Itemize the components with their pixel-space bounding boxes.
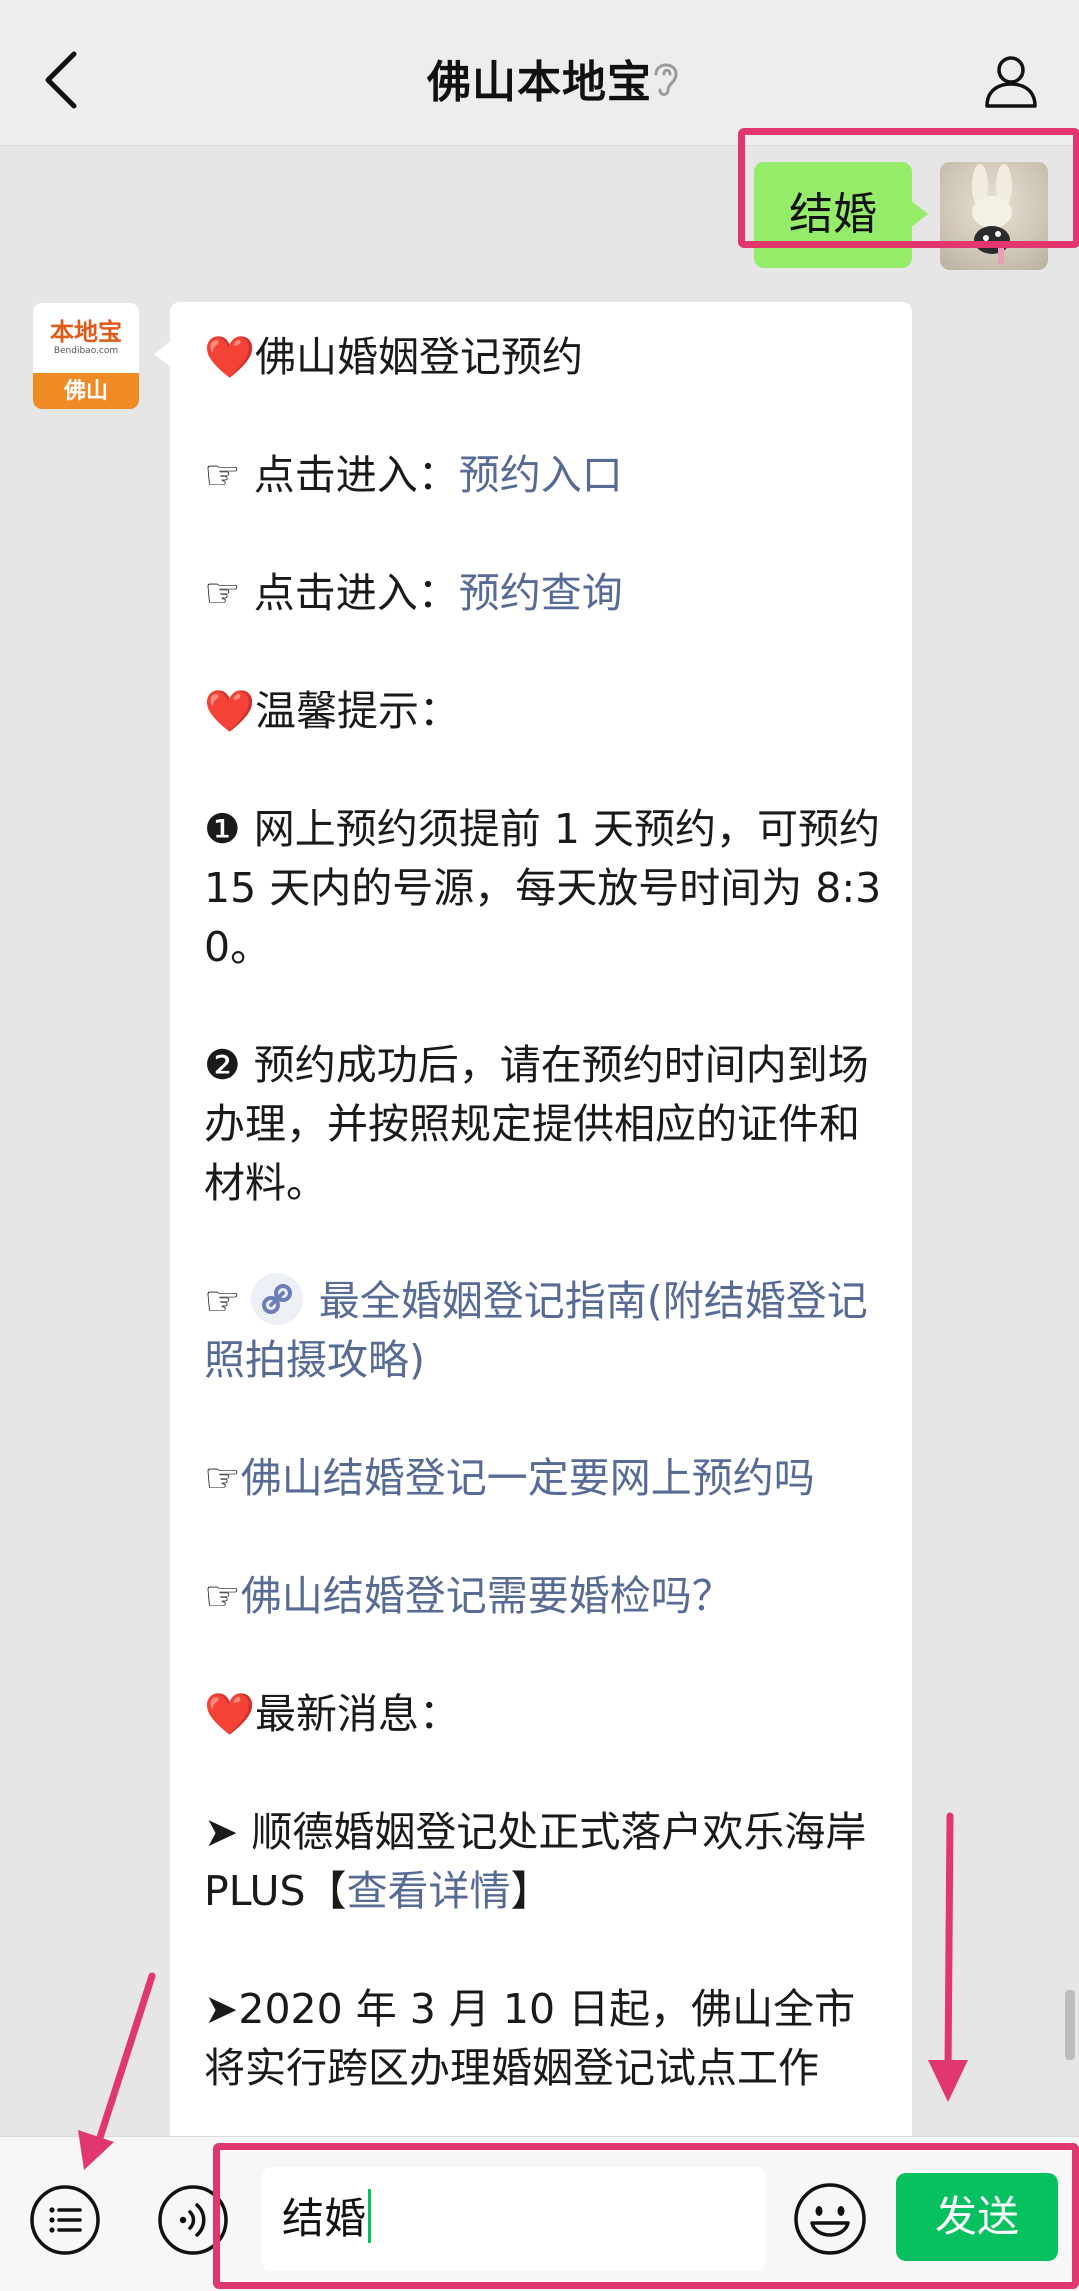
pointer-glyph: ☞ xyxy=(204,1277,241,1325)
query-prefix: ☞ 点击进入： xyxy=(204,569,459,617)
pointer-glyph: ☞ xyxy=(204,1572,241,1620)
avatar-brand: 本地宝 xyxy=(50,317,122,346)
online-line: ☞佛山结婚登记一定要网上预约吗 xyxy=(204,1449,882,1508)
tip-2: ❷ 预约成功后，请在预约时间内到场办理，并按照规定提供相应的证件和材料。 xyxy=(204,1041,869,1207)
top-nav-bar: 佛山本地宝 xyxy=(0,0,1079,146)
highlight-outgoing-message xyxy=(738,128,1079,248)
news-1-details-link[interactable]: 查看详情 xyxy=(347,1867,511,1915)
marriage-guide-link[interactable]: 最全婚姻登记指南(附结婚登记照拍摄攻略) xyxy=(204,1277,868,1384)
page-title: 佛山本地宝 xyxy=(427,57,652,108)
tips-heading: ❤️温馨提示： xyxy=(204,687,461,735)
news-heading: ❤️最新消息： xyxy=(204,1690,461,1738)
person-icon[interactable] xyxy=(979,48,1043,112)
entry-prefix: ☞ 点击进入： xyxy=(204,451,459,499)
guide-line: ☞ 最全婚姻登记指南(附结婚登记照拍摄攻略) xyxy=(204,1272,882,1390)
premarital-exam-link[interactable]: 佛山结婚登记需要婚检吗？ xyxy=(241,1572,733,1620)
news-item-1: ➤ 顺德婚姻登记处正式落户欢乐海岸 PLUS【查看详情】 xyxy=(204,1803,882,1921)
reply-heading: ❤️佛山婚姻登记预约 xyxy=(204,333,584,381)
mini-program-link-icon xyxy=(250,1273,303,1325)
ear-icon xyxy=(654,63,678,96)
exam-line: ☞佛山结婚登记需要婚检吗？ xyxy=(204,1567,882,1626)
booking-entry-link[interactable]: 预约入口 xyxy=(459,451,623,499)
news-1-bracket: 】 xyxy=(510,1867,552,1915)
avatar-domain: Bendibao.com xyxy=(53,346,119,356)
avatar-city: 佛山 xyxy=(33,373,139,409)
booking-query-link[interactable]: 预约查询 xyxy=(459,569,623,617)
online-booking-required-link[interactable]: 佛山结婚登记一定要网上预约吗 xyxy=(241,1454,815,1502)
highlight-input-area xyxy=(213,2143,1079,2289)
entry-line: ☞ 点击进入：预约入口 xyxy=(204,446,882,505)
pointer-glyph: ☞ xyxy=(204,1454,241,1502)
news-item-2: ➤2020 年 3 月 10 日起，佛山全市将实行跨区办理婚姻登记试点工作 xyxy=(204,1985,856,2092)
annotation-arrow-right xyxy=(928,1812,968,2102)
query-line: ☞ 点击进入：预约查询 xyxy=(204,564,882,623)
tip-1: ❶ 网上预约须提前 1 天预约，可预约 15 天内的号源，每天放号时间为 8:3… xyxy=(204,805,882,971)
bot-avatar[interactable]: 本地宝 Bendibao.com 佛山 xyxy=(32,302,140,410)
incoming-message-bubble: ❤️佛山婚姻登记预约 ☞ 点击进入：预约入口 ☞ 点击进入：预约查询 ❤️温馨提… xyxy=(154,302,912,2202)
scrollbar-thumb[interactable] xyxy=(1065,1990,1075,2060)
list-icon[interactable] xyxy=(28,2183,102,2257)
annotation-arrow-left xyxy=(78,1972,156,2170)
